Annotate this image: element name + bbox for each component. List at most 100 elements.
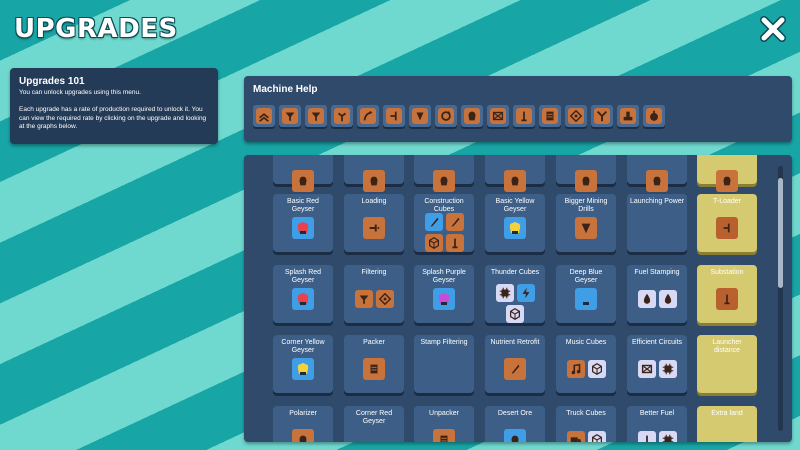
close-button[interactable]	[758, 14, 788, 44]
machine-help-button-9[interactable]	[461, 105, 483, 127]
knife-icon	[445, 213, 464, 231]
upgrade-card-label: Better Fuel	[639, 410, 675, 417]
upgrade-card-basic-yellow-geyser[interactable]: Basic Yellow Geyser	[485, 194, 545, 252]
upgrade-grid: Basic Red Geyser Loading Construction Cube…	[244, 155, 792, 442]
upgrade-card-music-cubes[interactable]: Music Cubes	[556, 335, 616, 393]
upgrade-card-construction-cubes[interactable]: Construction Cubes	[414, 194, 474, 252]
upgrade-card-better-fuel[interactable]: Better Fuel	[627, 406, 687, 442]
upgrade-card-label: Corner Yellow Geyser	[281, 339, 325, 354]
machine-help-button-12[interactable]	[539, 105, 561, 127]
upgrade-card-upgrade-r0c4[interactable]	[556, 155, 616, 192]
machine-help-button-7[interactable]	[409, 105, 431, 127]
machine-help-button-2[interactable]	[279, 105, 301, 127]
machine-help-button-14[interactable]	[591, 105, 613, 127]
upgrade-card-polarizer[interactable]: Polarizer	[273, 406, 333, 442]
machine-help-button-1[interactable]	[253, 105, 275, 127]
upgrade-card-label: Truck Cubes	[566, 410, 606, 417]
geyser-icon	[575, 288, 597, 310]
filter-icon	[308, 108, 324, 124]
upgrade-card-upgrade-r0c0[interactable]	[273, 155, 333, 192]
machine-help-button-15[interactable]	[617, 105, 639, 127]
upgrade-card-packer[interactable]: Packer	[344, 335, 404, 393]
upgrade-card-label: Efficient Circuits	[631, 339, 683, 346]
launcher-icon	[445, 234, 464, 252]
upgrade-card-loading[interactable]: Loading	[344, 194, 404, 252]
upgrade-card-desert-ore[interactable]: Desert Ore	[485, 406, 545, 442]
upgrade-card-splash-purple-geyser[interactable]: Splash Purple Geyser	[414, 265, 474, 323]
upgrade-card-launcher-distance[interactable]: Launcher distance	[697, 335, 757, 393]
packer-icon	[433, 429, 455, 442]
upgrade-card-extra-land[interactable]: Extra land	[697, 406, 757, 442]
page-title: UPGRADES	[14, 14, 178, 44]
upgrade-card-upgrade-r0c6[interactable]	[697, 155, 757, 192]
upgrade-card-efficient-circuits[interactable]: Efficient Circuits	[627, 335, 687, 393]
launcher-icon	[637, 431, 656, 442]
upgrade-card-unpacker[interactable]: Unpacker	[414, 406, 474, 442]
upgrade-card-splash-red-geyser[interactable]: Splash Red Geyser	[273, 265, 333, 323]
upgrade-card-label: Splash Red Geyser	[284, 269, 322, 284]
diamond-icon	[375, 290, 394, 308]
upgrade-card-t-loader[interactable]: T-Loader	[697, 194, 757, 252]
upgrade-card-upgrade-r0c5[interactable]	[627, 155, 687, 192]
close-icon	[760, 16, 786, 42]
upgrade-card-basic-red-geyser[interactable]: Basic Red Geyser	[273, 194, 333, 252]
upgrade-card-label: Extra land	[711, 410, 743, 417]
machine-help-button-16[interactable]	[643, 105, 665, 127]
splitter-icon	[334, 108, 350, 124]
knife-icon	[504, 358, 526, 380]
chip-icon	[658, 360, 677, 378]
upgrade-card-deep-blue-geyser[interactable]: Deep Blue Geyser	[556, 265, 616, 323]
upgrade-card-filtering[interactable]: Filtering	[344, 265, 404, 323]
machine-help-button-5[interactable]	[357, 105, 379, 127]
upgrade-card-label: Launcher distance	[712, 339, 742, 354]
machine-help-buttons	[253, 105, 665, 127]
upgrade-card-nutrient-retrofit[interactable]: Nutrient Retrofit	[485, 335, 545, 393]
machine-help-panel: Machine Help	[244, 76, 792, 142]
geyser-icon	[292, 288, 314, 310]
cube-icon	[587, 431, 606, 442]
geyser-icon	[716, 170, 738, 192]
machine-help-button-10[interactable]	[487, 105, 509, 127]
machine-help-title: Machine Help	[253, 84, 318, 95]
info-heading: Upgrades 101	[19, 76, 85, 87]
upgrade-card-label: Loading	[361, 198, 387, 205]
upgrade-card-fuel-stamping[interactable]: Fuel Stamping	[627, 265, 687, 323]
upgrade-card-thunder-cubes[interactable]: Thunder Cubes	[485, 265, 545, 323]
machine-help-button-6[interactable]	[383, 105, 405, 127]
packer-icon	[542, 108, 558, 124]
machine-help-button-4[interactable]	[331, 105, 353, 127]
geyser-icon	[433, 288, 455, 310]
upgrade-grid-scrollbar[interactable]	[778, 166, 783, 431]
pusher-icon	[363, 217, 385, 239]
upgrade-card-launching-power[interactable]: Launching Power	[627, 194, 687, 252]
upgrade-card-bigger-mining-drills[interactable]: Bigger Mining Drills	[556, 194, 616, 252]
upgrade-card-label: Unpacker	[429, 410, 459, 417]
upgrade-card-label: Stamp Filtering	[420, 339, 468, 346]
machine-help-button-8[interactable]	[435, 105, 457, 127]
upgrade-card-label: Corner Red Geyser	[355, 410, 393, 425]
knife-icon	[424, 213, 443, 231]
upgrade-card-label: Thunder Cubes	[490, 269, 540, 276]
machine-help-button-13[interactable]	[565, 105, 587, 127]
upgrade-card-upgrade-r0c1[interactable]	[344, 155, 404, 192]
geyser-icon	[504, 429, 526, 442]
upgrade-card-upgrade-r0c2[interactable]	[414, 155, 474, 192]
pump-icon	[620, 108, 636, 124]
upgrade-card-label: Fuel Stamping	[634, 269, 680, 276]
upgrade-card-stamp-filtering[interactable]: Stamp Filtering	[414, 335, 474, 393]
upgrade-card-truck-cubes[interactable]: Truck Cubes	[556, 406, 616, 442]
geyser-icon	[504, 170, 526, 192]
upgrade-card-label: Filtering	[361, 269, 387, 276]
upgrade-card-substation[interactable]: Substation	[697, 265, 757, 323]
rotator-icon	[438, 108, 454, 124]
stamp-icon	[637, 360, 656, 378]
geyser-icon	[575, 170, 597, 192]
machine-help-button-3[interactable]	[305, 105, 327, 127]
truck-icon	[566, 431, 585, 442]
scrollbar-thumb[interactable]	[778, 178, 783, 288]
upgrade-card-label: Splash Purple Geyser	[422, 269, 466, 284]
machine-help-button-11[interactable]	[513, 105, 535, 127]
upgrade-card-corner-yellow-geyser[interactable]: Corner Yellow Geyser	[273, 335, 333, 393]
upgrade-card-upgrade-r0c3[interactable]	[485, 155, 545, 192]
upgrade-card-corner-red-geyser[interactable]: Corner Red Geyser	[344, 406, 404, 442]
